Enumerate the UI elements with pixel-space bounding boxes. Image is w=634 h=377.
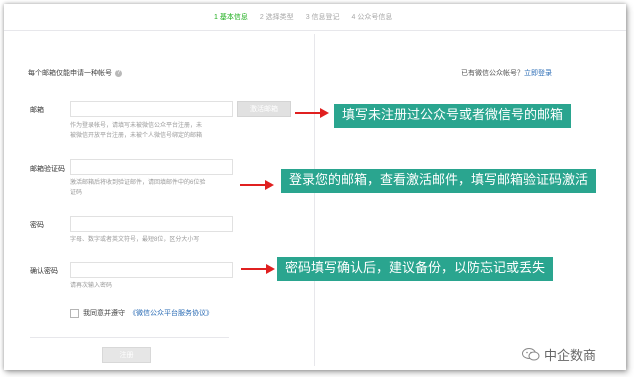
email-tip-line1: 作为登录帐号，请填写未被微信公众平台注册，未 <box>70 123 203 129</box>
password-tip: 字母、数字或者英文符号，最短8位，区分大小写 <box>70 237 200 243</box>
watermark: 中企数商 <box>522 345 596 364</box>
agree-checkbox[interactable] <box>70 308 79 318</box>
step-account-info: 4 公众号信息 <box>351 14 393 21</box>
email-tip: 作为登录帐号，请填写未被微信公众平台注册，未 被微信开放平台注册，未被个人微信号… <box>70 121 235 141</box>
intro-label: 每个邮箱仅能申请一种帐号 <box>28 70 112 77</box>
arrow-right-icon <box>241 264 275 274</box>
has-account: 已有微信公众帐号？立即登录 <box>461 68 552 78</box>
email-field[interactable] <box>70 101 233 117</box>
watermark-text: 中企数商 <box>544 348 597 363</box>
step-basic-info: 1 基本信息 <box>214 14 248 21</box>
arrow-right-icon <box>240 180 274 190</box>
vertical-divider <box>314 34 315 366</box>
wechat-icon <box>522 348 540 361</box>
has-account-text: 已有微信公众帐号？ <box>461 70 524 77</box>
annotation-note-3: 密码填写确认后，建议备份，以防忘记或丢失 <box>277 257 554 281</box>
confirm-password-tip: 请再次输入密码 <box>70 283 113 289</box>
step-info-register: 3 信息登记 <box>305 14 340 21</box>
help-icon[interactable]: ? <box>115 69 122 77</box>
form-divider <box>30 337 229 338</box>
code-label: 邮箱验证码 <box>30 166 65 173</box>
code-tip: 激活邮箱后将收到验证邮件，请回填邮件中的6位验 证码 <box>70 178 235 198</box>
intro-text: 每个邮箱仅能申请一种帐号 ? <box>28 68 122 78</box>
register-button[interactable]: 注册 <box>102 347 151 363</box>
code-tip-line1: 激活邮箱后将收到验证邮件，请回填邮件中的6位验 <box>70 180 206 186</box>
agree-text: 我同意并遵守 <box>83 310 125 317</box>
step-progress: 1 基本信息 2 选择类型 3 信息登记 4 公众号信息 <box>214 12 476 24</box>
activate-email-button[interactable]: 激活邮箱 <box>237 101 291 117</box>
agreement-link[interactable]: 《微信公众平台服务协议》 <box>129 308 213 318</box>
confirm-password-field[interactable] <box>70 262 233 278</box>
confirm-password-label: 确认密码 <box>30 268 58 275</box>
annotation-note-1: 填写未注册过公众号或者微信号的邮箱 <box>334 104 572 128</box>
email-label: 邮箱 <box>30 107 44 114</box>
password-label: 密码 <box>30 222 44 229</box>
steps-divider <box>4 30 626 31</box>
email-tip-line2: 被微信开放平台注册，未被个人微信号绑定的邮箱 <box>70 133 203 139</box>
step-select-type: 2 选择类型 <box>259 14 294 21</box>
password-field[interactable] <box>70 216 233 232</box>
annotation-note-2: 登录您的邮箱，查看激活邮件，填写邮箱验证码激活 <box>281 169 597 193</box>
agreement: 我同意并遵守 《微信公众平台服务协议》 <box>70 308 213 318</box>
arrow-right-icon <box>295 108 329 118</box>
login-link[interactable]: 立即登录 <box>524 70 552 77</box>
code-field[interactable] <box>70 159 233 175</box>
code-tip-line2: 证码 <box>70 190 83 196</box>
